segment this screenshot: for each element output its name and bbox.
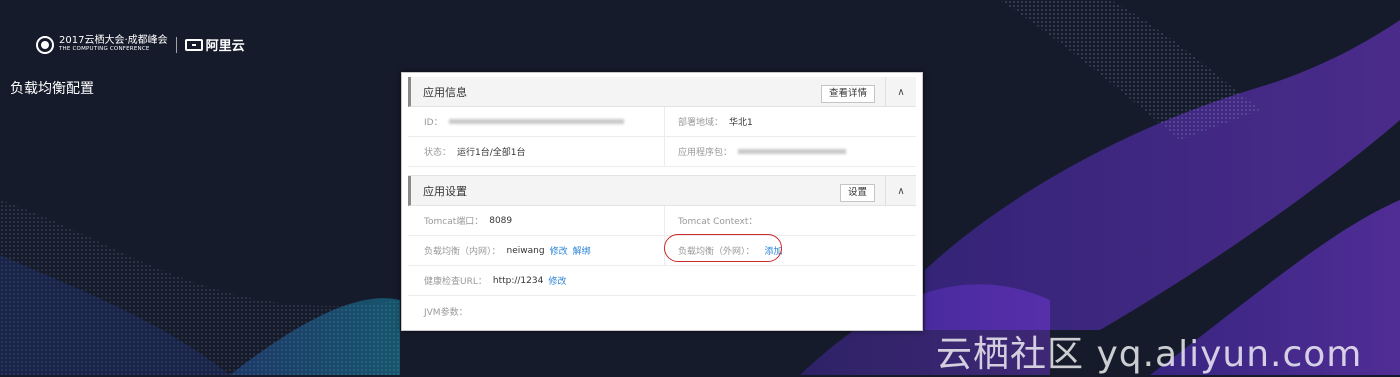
header-logos: 2017云栖大会·成都峰会 THE COMPUTING CONFERENCE 阿…	[36, 35, 245, 54]
package-value-redacted	[738, 149, 847, 154]
jvm-label: JVM参数：	[424, 307, 468, 318]
logo-divider	[175, 36, 177, 53]
health-check-edit-link[interactable]: 修改	[548, 274, 566, 287]
slb-internal-label: 负载均衡（内网）：	[424, 247, 501, 257]
app-console-panel: 应用信息 查看详情 ∧ ID： 部署地域： 华北1 状态： 运行1台/全部1台 …	[401, 72, 923, 331]
package-field: 应用程序包：	[665, 137, 916, 166]
chevron-up-icon[interactable]: ∧	[885, 176, 916, 206]
settings-row: 健康检查URL： http://1234 修改	[408, 266, 916, 296]
region-field: 部署地域： 华北1	[665, 107, 916, 136]
app-settings-title: 应用设置	[423, 184, 467, 198]
tomcat-port-label: Tomcat端口：	[424, 217, 484, 227]
app-info-header: 应用信息 查看详情 ∧	[408, 77, 916, 107]
slb-internal-value: neiwang	[506, 245, 545, 256]
view-details-button[interactable]: 查看详情	[820, 85, 875, 103]
conference-logo-text: 2017云栖大会·成都峰会 THE COMPUTING CONFERENCE	[59, 36, 168, 53]
brand-name: 阿里云	[205, 39, 245, 54]
tomcat-context-label: Tomcat Context：	[678, 217, 758, 227]
id-value-redacted	[448, 119, 624, 124]
region-value: 华北1	[729, 118, 753, 128]
health-check-label: 健康检查URL：	[424, 277, 487, 287]
slb-internal-edit-link[interactable]: 修改	[550, 244, 568, 257]
app-settings-header: 应用设置 设置 ∧	[408, 176, 916, 206]
watermark-text: 云栖社区 yq.aliyun.com	[936, 334, 1363, 375]
app-info-title: 应用信息	[423, 85, 467, 99]
status-label: 状态：	[424, 148, 452, 158]
health-check-field: 健康检查URL： http://1234 修改	[408, 266, 916, 295]
aliyun-logo-icon	[184, 38, 203, 51]
health-check-value: http://1234	[492, 275, 544, 286]
slb-internal-field: 负载均衡（内网）： neiwang 修改 解绑	[408, 236, 665, 265]
aliyun-logo: 阿里云	[184, 35, 245, 54]
tomcat-context-field: Tomcat Context：	[665, 206, 916, 235]
tomcat-port-field: Tomcat端口： 8089	[408, 206, 665, 235]
settings-row: JVM参数：	[408, 296, 916, 326]
section-gap	[408, 167, 916, 176]
settings-row: 负载均衡（内网）： neiwang 修改 解绑 负载均衡（外网）： 添加	[408, 236, 916, 266]
conference-subtitle: THE COMPUTING CONFERENCE	[59, 46, 150, 53]
annotation-highlight-circle	[664, 234, 782, 262]
chevron-up-icon[interactable]: ∧	[885, 77, 916, 107]
tomcat-port-value: 8089	[489, 215, 513, 226]
status-value: 运行1台/全部1台	[457, 148, 526, 158]
info-row: ID： 部署地域： 华北1	[408, 107, 916, 137]
page-title: 负载均衡配置	[10, 81, 94, 97]
conference-title: 2017云栖大会·成都峰会	[59, 35, 168, 47]
status-field: 状态： 运行1台/全部1台	[408, 137, 665, 166]
settings-button[interactable]: 设置	[839, 184, 875, 202]
conference-logo-icon	[36, 35, 54, 54]
region-label: 部署地域：	[678, 118, 724, 128]
jvm-field: JVM参数：	[408, 296, 916, 326]
id-field: ID：	[408, 107, 665, 136]
slb-internal-unbind-link[interactable]: 解绑	[573, 244, 591, 257]
id-label: ID：	[424, 118, 443, 128]
package-label: 应用程序包：	[678, 148, 733, 158]
settings-row: Tomcat端口： 8089 Tomcat Context：	[408, 206, 916, 236]
info-row: 状态： 运行1台/全部1台 应用程序包：	[408, 137, 916, 167]
